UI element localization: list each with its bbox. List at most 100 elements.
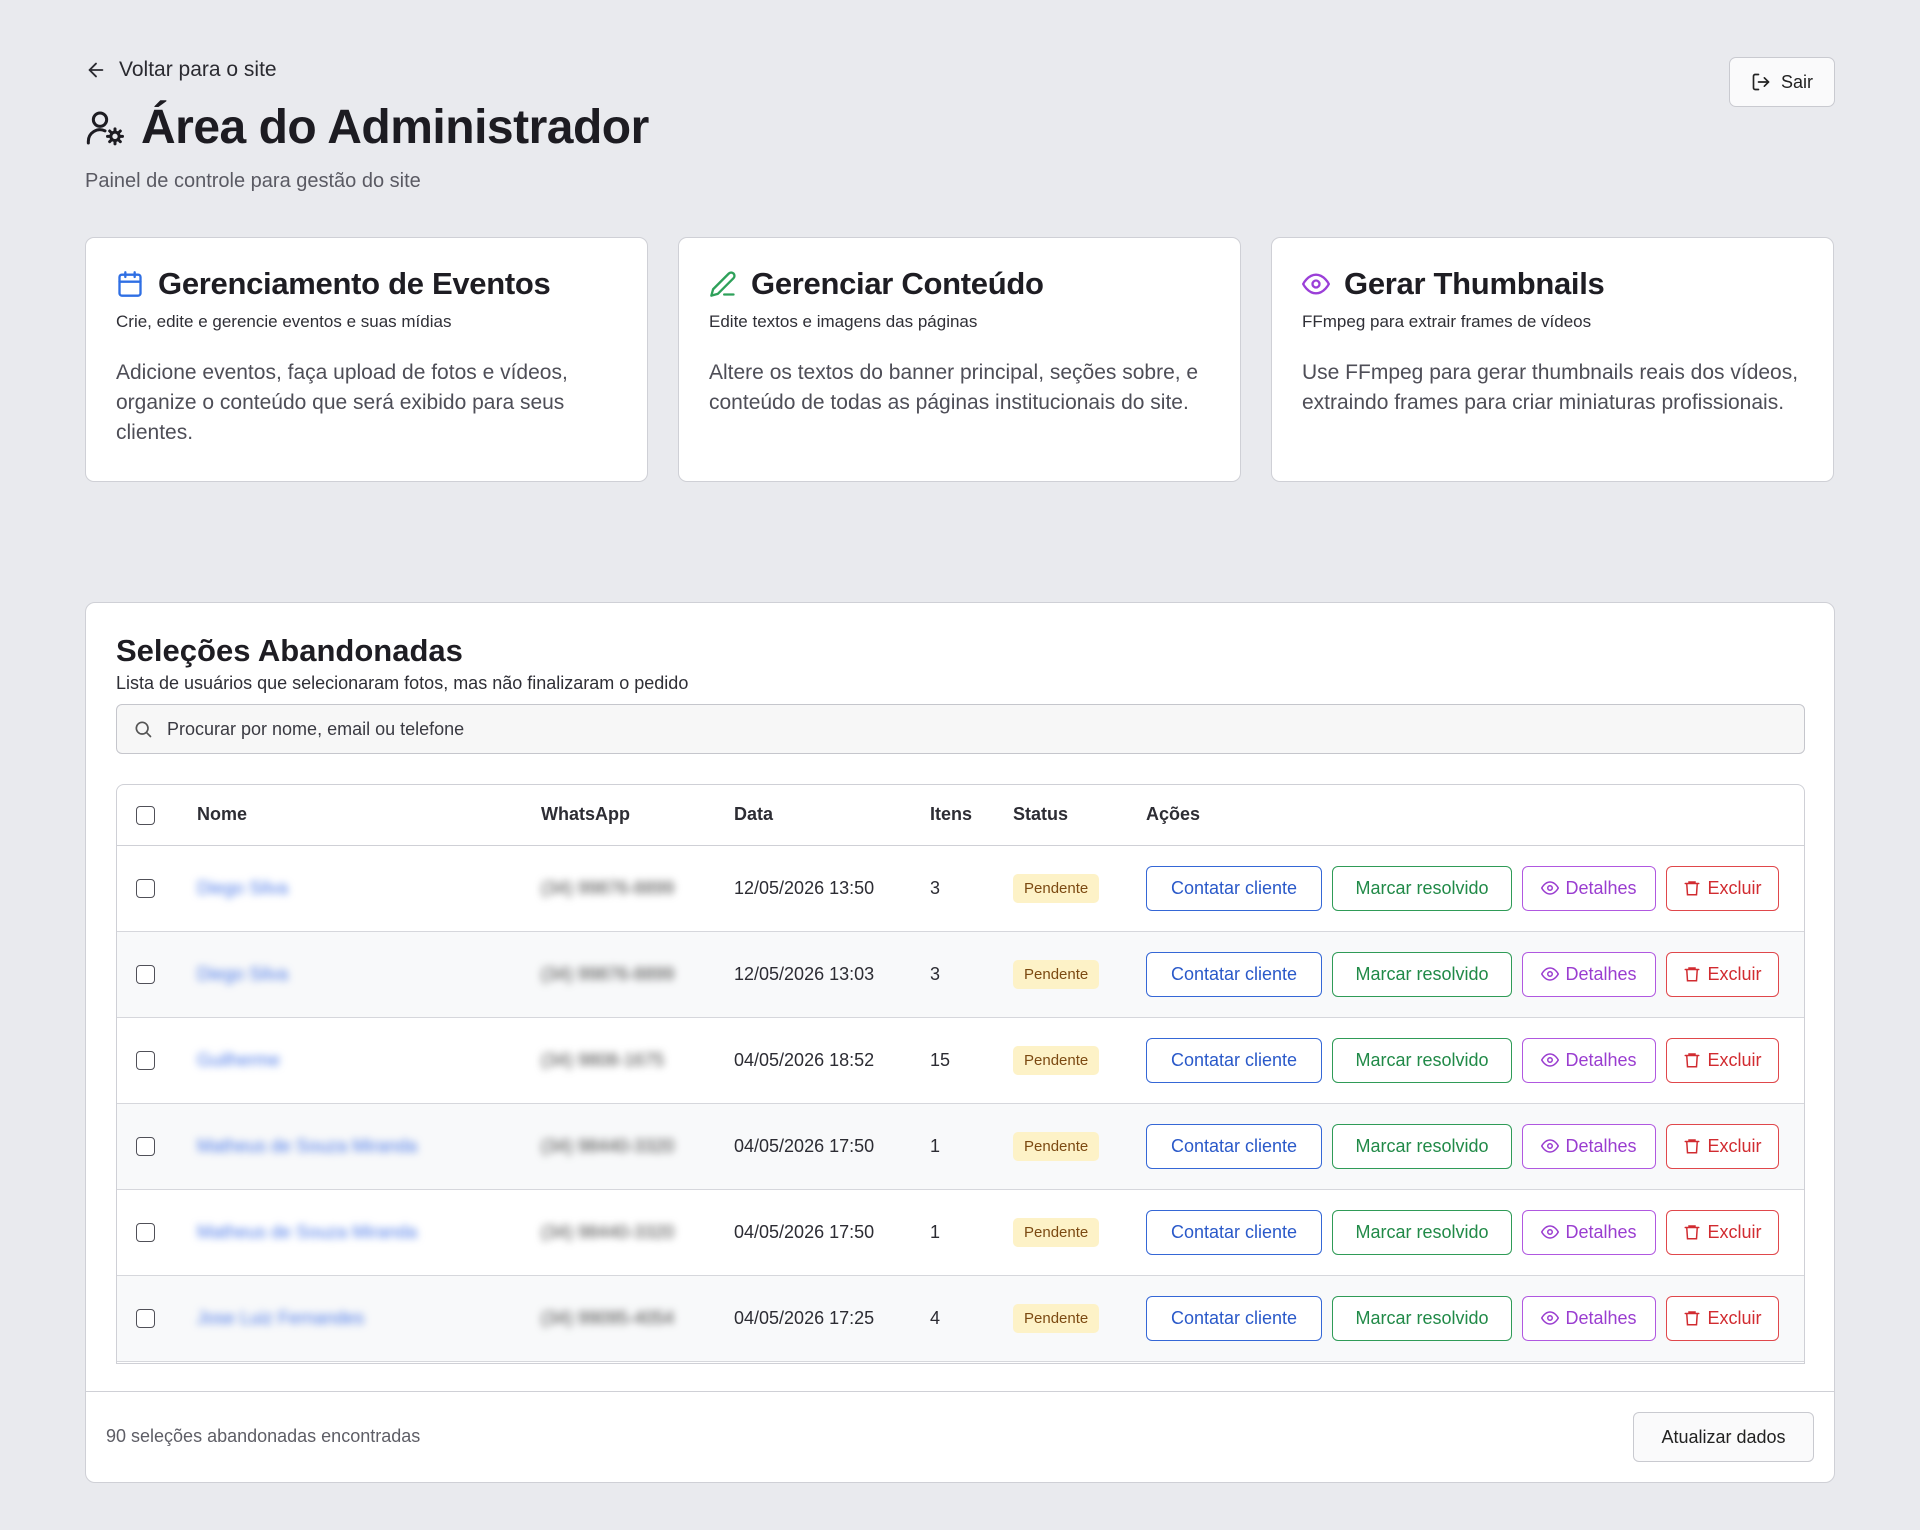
mark-resolved-button[interactable]: Marcar resolvido (1332, 1123, 1512, 1169)
delete-label: Excluir (1707, 877, 1762, 898)
row-name-cell: Matheus de Souza Miranda (197, 1189, 541, 1275)
delete-button[interactable]: Excluir (1666, 1123, 1779, 1169)
details-label: Detalhes (1565, 1221, 1637, 1242)
row-checkbox[interactable] (136, 965, 155, 985)
contact-client-button[interactable]: Contatar cliente (1146, 951, 1322, 997)
row-checkbox-cell (117, 931, 197, 1017)
card-thumbnails-header: Gerar Thumbnails (1302, 266, 1803, 302)
delete-button[interactable]: Excluir (1666, 1209, 1779, 1255)
select-all-checkbox[interactable] (136, 806, 155, 825)
row-name[interactable]: Guilherme (197, 1050, 280, 1070)
delete-button[interactable]: Excluir (1666, 951, 1779, 997)
row-phone-cell: (34) 9808-1675 (541, 1017, 734, 1103)
row-date: 04/05/2026 17:25 (734, 1307, 875, 1328)
card-thumbnails[interactable]: Gerar Thumbnails FFmpeg para extrair fra… (1271, 237, 1834, 482)
row-items: 4 (930, 1307, 941, 1328)
details-button[interactable]: Detalhes (1522, 865, 1656, 911)
back-to-site-label: Voltar para o site (119, 58, 277, 81)
status-badge: Pendente (1013, 873, 1100, 903)
row-actions-cell: Contatar cliente Marcar resolvido Detalh… (1146, 1275, 1804, 1361)
row-date: 12/05/2026 13:03 (734, 963, 875, 984)
row-checkbox-cell (117, 1017, 197, 1103)
search-icon (135, 721, 152, 738)
contact-client-button[interactable]: Contatar cliente (1146, 1209, 1322, 1255)
row-name-cell: Matheus de Souza Miranda (197, 1103, 541, 1189)
row-name[interactable]: Matheus de Souza Miranda (197, 1222, 417, 1242)
row-phone: (34) 98440-3320 (541, 1135, 675, 1156)
search-box (116, 704, 1805, 754)
row-items: 1 (930, 1221, 941, 1242)
refresh-data-button[interactable]: Atualizar dados (1633, 1412, 1814, 1462)
eye-icon (1302, 273, 1330, 295)
contact-client-button[interactable]: Contatar cliente (1146, 1295, 1322, 1341)
delete-label: Excluir (1707, 1307, 1762, 1328)
row-phone-cell: (34) 99095-4054 (541, 1275, 734, 1361)
row-checkbox[interactable] (136, 1309, 155, 1329)
search-input[interactable] (167, 718, 1804, 740)
column-header-whatsapp: WhatsApp (541, 785, 734, 846)
mark-resolved-button[interactable]: Marcar resolvido (1332, 951, 1512, 997)
row-checkbox[interactable] (136, 879, 155, 899)
row-name[interactable]: Jose Luiz Fernandes (197, 1308, 364, 1328)
column-header-name: Nome (197, 785, 541, 846)
row-date: 04/05/2026 18:52 (734, 1049, 875, 1070)
abandoned-subtitle: Lista de usuários que selecionaram fotos… (116, 673, 689, 693)
delete-button[interactable]: Excluir (1666, 1037, 1779, 1083)
row-phone: (34) 99876-8899 (541, 877, 675, 898)
panel-footer: 90 seleções abandonadas encontradas Atua… (86, 1391, 1834, 1483)
page-title: Área do Administrador (85, 100, 649, 155)
details-label: Detalhes (1565, 1049, 1637, 1070)
card-events-header: Gerenciamento de Eventos (116, 266, 617, 302)
details-button[interactable]: Detalhes (1522, 1209, 1656, 1255)
row-checkbox[interactable] (136, 1051, 155, 1071)
row-items: 3 (930, 963, 941, 984)
column-header-items: Itens (930, 785, 1013, 846)
logout-button[interactable]: Sair (1729, 57, 1835, 107)
card-thumbnails-title: Gerar Thumbnails (1344, 266, 1605, 301)
mark-resolved-button[interactable]: Marcar resolvido (1332, 1209, 1512, 1255)
abandoned-selections-panel: Seleções Abandonadas Lista de usuários q… (85, 602, 1835, 1483)
mark-resolved-button[interactable]: Marcar resolvido (1332, 1295, 1512, 1341)
card-content[interactable]: Gerenciar Conteúdo Edite textos e imagen… (678, 237, 1241, 482)
contact-client-button[interactable]: Contatar cliente (1146, 1037, 1322, 1083)
row-actions-cell: Contatar cliente Marcar resolvido Detalh… (1146, 1189, 1804, 1275)
row-name[interactable]: Diego Silva (197, 964, 288, 984)
row-status-cell: Pendente (1013, 1103, 1146, 1189)
row-checkbox[interactable] (136, 1137, 155, 1157)
row-checkbox-cell (117, 1189, 197, 1275)
delete-label: Excluir (1707, 1049, 1762, 1070)
row-actions: Contatar cliente Marcar resolvido Detalh… (1146, 1209, 1804, 1255)
details-label: Detalhes (1565, 963, 1637, 984)
row-name-cell: Diego Silva (197, 931, 541, 1017)
delete-label: Excluir (1707, 1135, 1762, 1156)
row-items: 15 (930, 1049, 951, 1070)
delete-button[interactable]: Excluir (1666, 1295, 1779, 1341)
contact-client-button[interactable]: Contatar cliente (1146, 865, 1322, 911)
details-button[interactable]: Detalhes (1522, 1295, 1656, 1341)
row-status-cell: Pendente (1013, 1275, 1146, 1361)
pencil-icon (710, 271, 736, 297)
details-button[interactable]: Detalhes (1522, 1037, 1656, 1083)
card-events-title: Gerenciamento de Eventos (158, 266, 551, 301)
mark-resolved-button[interactable]: Marcar resolvido (1332, 1037, 1512, 1083)
row-checkbox[interactable] (136, 1223, 155, 1243)
delete-label: Excluir (1707, 1221, 1762, 1242)
page-title-text: Área do Administrador (141, 101, 649, 154)
mark-resolved-button[interactable]: Marcar resolvido (1332, 865, 1512, 911)
back-to-site-link[interactable]: Voltar para o site (85, 58, 277, 82)
status-badge: Pendente (1013, 1217, 1100, 1247)
row-checkbox-cell (117, 1275, 197, 1361)
row-actions-cell: Contatar cliente Marcar resolvido Detalh… (1146, 1103, 1804, 1189)
row-items: 3 (930, 877, 941, 898)
delete-label: Excluir (1707, 963, 1762, 984)
contact-client-button[interactable]: Contatar cliente (1146, 1123, 1322, 1169)
row-name[interactable]: Diego Silva (197, 878, 288, 898)
card-events[interactable]: Gerenciamento de Eventos Crie, edite e g… (85, 237, 648, 482)
row-actions: Contatar cliente Marcar resolvido Detalh… (1146, 1037, 1804, 1083)
row-name[interactable]: Matheus de Souza Miranda (197, 1136, 417, 1156)
details-button[interactable]: Detalhes (1522, 951, 1656, 997)
table-row: Jose Luiz Fernandes (34) 99095-4054 04/0… (117, 1275, 1804, 1361)
delete-button[interactable]: Excluir (1666, 865, 1779, 911)
arrow-left-icon (88, 62, 104, 78)
details-button[interactable]: Detalhes (1522, 1123, 1656, 1169)
